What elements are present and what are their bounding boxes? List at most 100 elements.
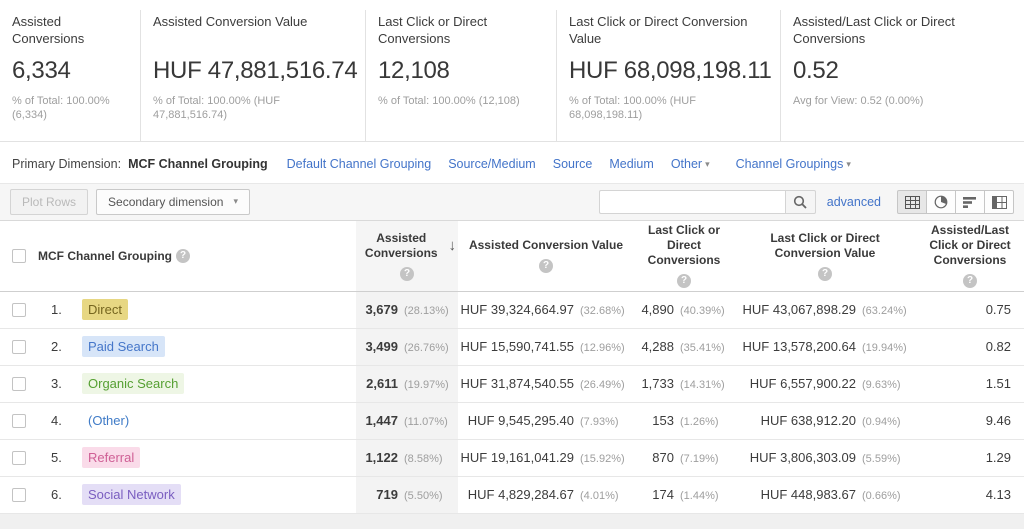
table-row: 1. Direct 3,679 (28.13%) HUF 39,324,664.9… (0, 291, 1024, 329)
assisted-conversion-value: HUF 9,545,295.40 (467, 413, 574, 428)
bar-chart-icon (962, 196, 976, 208)
dimension-mcf-channel-grouping[interactable]: MCF Channel Grouping (128, 157, 268, 171)
help-icon[interactable] (400, 266, 414, 281)
channel-groupings-dropdown[interactable]: Channel Groupings (736, 157, 851, 171)
row-index: 2. (38, 328, 82, 366)
row-checkbox[interactable] (12, 303, 26, 318)
scorecard: Assisted Conversion Value HUF 47,881,516… (140, 10, 365, 141)
secondary-dimension-button[interactable]: Secondary dimension (96, 189, 250, 215)
table-toolbar: Plot Rows Secondary dimension advanced (0, 183, 1024, 221)
view-toggle-group (897, 190, 1014, 214)
table-footer-strip (0, 513, 1024, 529)
header-last-click-conversion-value[interactable]: Last Click or Direct Conversion Value (734, 221, 916, 292)
select-all-checkbox[interactable] (12, 249, 26, 264)
scorecard-value: 0.52 (793, 57, 839, 84)
header-ratio-label: Assisted/Last Click or Direct Conversion… (929, 223, 1011, 268)
table-grid-icon (904, 195, 920, 209)
assisted-conversions-pct: (5.50%) (404, 490, 443, 502)
last-click-conversion-value: HUF 3,806,303.09 (749, 450, 856, 465)
last-click-conversions-pct: (40.39%) (680, 305, 725, 317)
report-table: MCF Channel Grouping Assisted Conversion… (0, 221, 1024, 514)
performance-view-button[interactable] (955, 190, 985, 214)
scorecard: Assisted/Last Click or Direct Conversion… (780, 10, 1024, 141)
assisted-conversion-value: HUF 31,874,540.55 (460, 376, 574, 391)
last-click-conversion-value: HUF 13,578,200.64 (742, 339, 856, 354)
assisted-conversion-value-pct: (4.01%) (580, 490, 619, 502)
dimension-default-channel-grouping[interactable]: Default Channel Grouping (287, 157, 432, 171)
last-click-conversions-pct: (7.19%) (680, 453, 719, 465)
header-last-click-conversions[interactable]: Last Click or Direct Conversions (634, 221, 734, 292)
scorecard-title: Assisted/Last Click or Direct Conversion… (793, 14, 955, 46)
scorecard-value: HUF 47,881,516.74 (153, 57, 358, 84)
scorecard-title: Last Click or Direct Conversion Value (569, 14, 748, 46)
help-icon[interactable] (677, 274, 691, 289)
scorecard-subtext: % of Total: 100.00% (6,334) (12, 95, 110, 121)
assisted-last-click-ratio-value: 1.51 (916, 365, 1024, 403)
search-input[interactable] (598, 190, 785, 214)
sort-descending-icon (449, 238, 457, 253)
row-checkbox[interactable] (12, 488, 26, 503)
advanced-search-link[interactable]: advanced (827, 195, 881, 209)
help-icon[interactable] (963, 274, 977, 289)
help-icon[interactable] (176, 248, 190, 263)
pivot-view-button[interactable] (984, 190, 1014, 214)
last-click-conversions-pct: (35.41%) (680, 342, 725, 354)
assisted-conversion-value: HUF 4,829,284.67 (467, 487, 574, 502)
pivot-icon (991, 195, 1007, 209)
last-click-conversion-value: HUF 448,983.67 (760, 487, 856, 502)
dimension-other-dropdown[interactable]: Other (671, 157, 710, 171)
scorecard-value: 6,334 (12, 57, 71, 84)
last-click-conversion-value-pct: (19.94%) (862, 342, 907, 354)
assisted-conversion-value-pct: (26.49%) (580, 379, 625, 391)
scorecard-title: Assisted Conversions (12, 14, 85, 46)
header-mcf-channel-grouping[interactable]: MCF Channel Grouping (38, 221, 356, 292)
scorecard-subtext: % of Total: 100.00% (HUF 68,098,198.11) (569, 95, 696, 121)
assisted-conversion-value: HUF 19,161,041.29 (460, 450, 574, 465)
table-search: advanced (598, 190, 1014, 214)
table-view-button[interactable] (897, 190, 927, 214)
assisted-last-click-ratio-value: 0.82 (916, 328, 1024, 366)
row-checkbox[interactable] (12, 377, 26, 392)
last-click-conversion-value-pct: (5.59%) (862, 453, 901, 465)
table-row: 3. Organic Search 2,611 (19.97%) HUF 31,8… (0, 365, 1024, 403)
help-icon[interactable] (539, 259, 553, 274)
search-button[interactable] (784, 190, 816, 214)
channel-chip: Organic Search (82, 373, 185, 394)
assisted-conversions-pct: (8.58%) (404, 453, 443, 465)
last-click-conversions-value: 153 (652, 413, 674, 428)
percentage-view-button[interactable] (926, 190, 956, 214)
chevron-down-icon (846, 159, 851, 170)
assisted-conversions-value: 3,679 (365, 302, 398, 317)
dimension-source[interactable]: Source (553, 157, 593, 171)
assisted-last-click-ratio-value: 1.29 (916, 439, 1024, 477)
plot-rows-button[interactable]: Plot Rows (10, 189, 89, 215)
last-click-conversions-value: 870 (652, 450, 674, 465)
header-assisted-last-click-ratio[interactable]: Assisted/Last Click or Direct Conversion… (916, 221, 1024, 292)
scorecard-value: 12,108 (378, 57, 450, 84)
row-checkbox[interactable] (12, 414, 26, 429)
last-click-conversions-value: 4,890 (641, 302, 674, 317)
row-checkbox[interactable] (12, 451, 26, 466)
header-assisted-conversion-value[interactable]: Assisted Conversion Value (458, 221, 634, 292)
help-icon[interactable] (818, 266, 832, 281)
last-click-conversion-value-pct: (9.63%) (862, 379, 901, 391)
last-click-conversion-value: HUF 638,912.20 (760, 413, 856, 428)
chevron-down-icon (233, 196, 238, 207)
header-assisted-conversions[interactable]: Assisted Conversions (356, 221, 458, 292)
assisted-conversion-value: HUF 39,324,664.97 (460, 302, 574, 317)
dimension-source-medium[interactable]: Source/Medium (448, 157, 536, 171)
dimension-medium[interactable]: Medium (609, 157, 653, 171)
dimension-other-label: Other (670, 157, 703, 171)
channel-chip: Social Network (82, 484, 181, 505)
summary-cards: Assisted Conversions 6,334 % of Total: 1… (0, 0, 1024, 142)
assisted-conversions-pct: (26.76%) (404, 342, 449, 354)
last-click-conversion-value-pct: (0.66%) (862, 490, 901, 502)
scorecard-title: Assisted Conversion Value (153, 14, 308, 29)
assisted-conversions-pct: (28.13%) (404, 305, 449, 317)
row-index: 6. (38, 476, 82, 514)
header-assisted-label: Assisted Conversions (364, 230, 438, 260)
table-row: 4. (Other) 1,447 (11.07%) HUF 9,545,295.4… (0, 402, 1024, 440)
table-row: 6. Social Network 719 (5.50%) HUF 4,829,2… (0, 476, 1024, 514)
row-index: 4. (38, 402, 82, 440)
row-checkbox[interactable] (12, 340, 26, 355)
